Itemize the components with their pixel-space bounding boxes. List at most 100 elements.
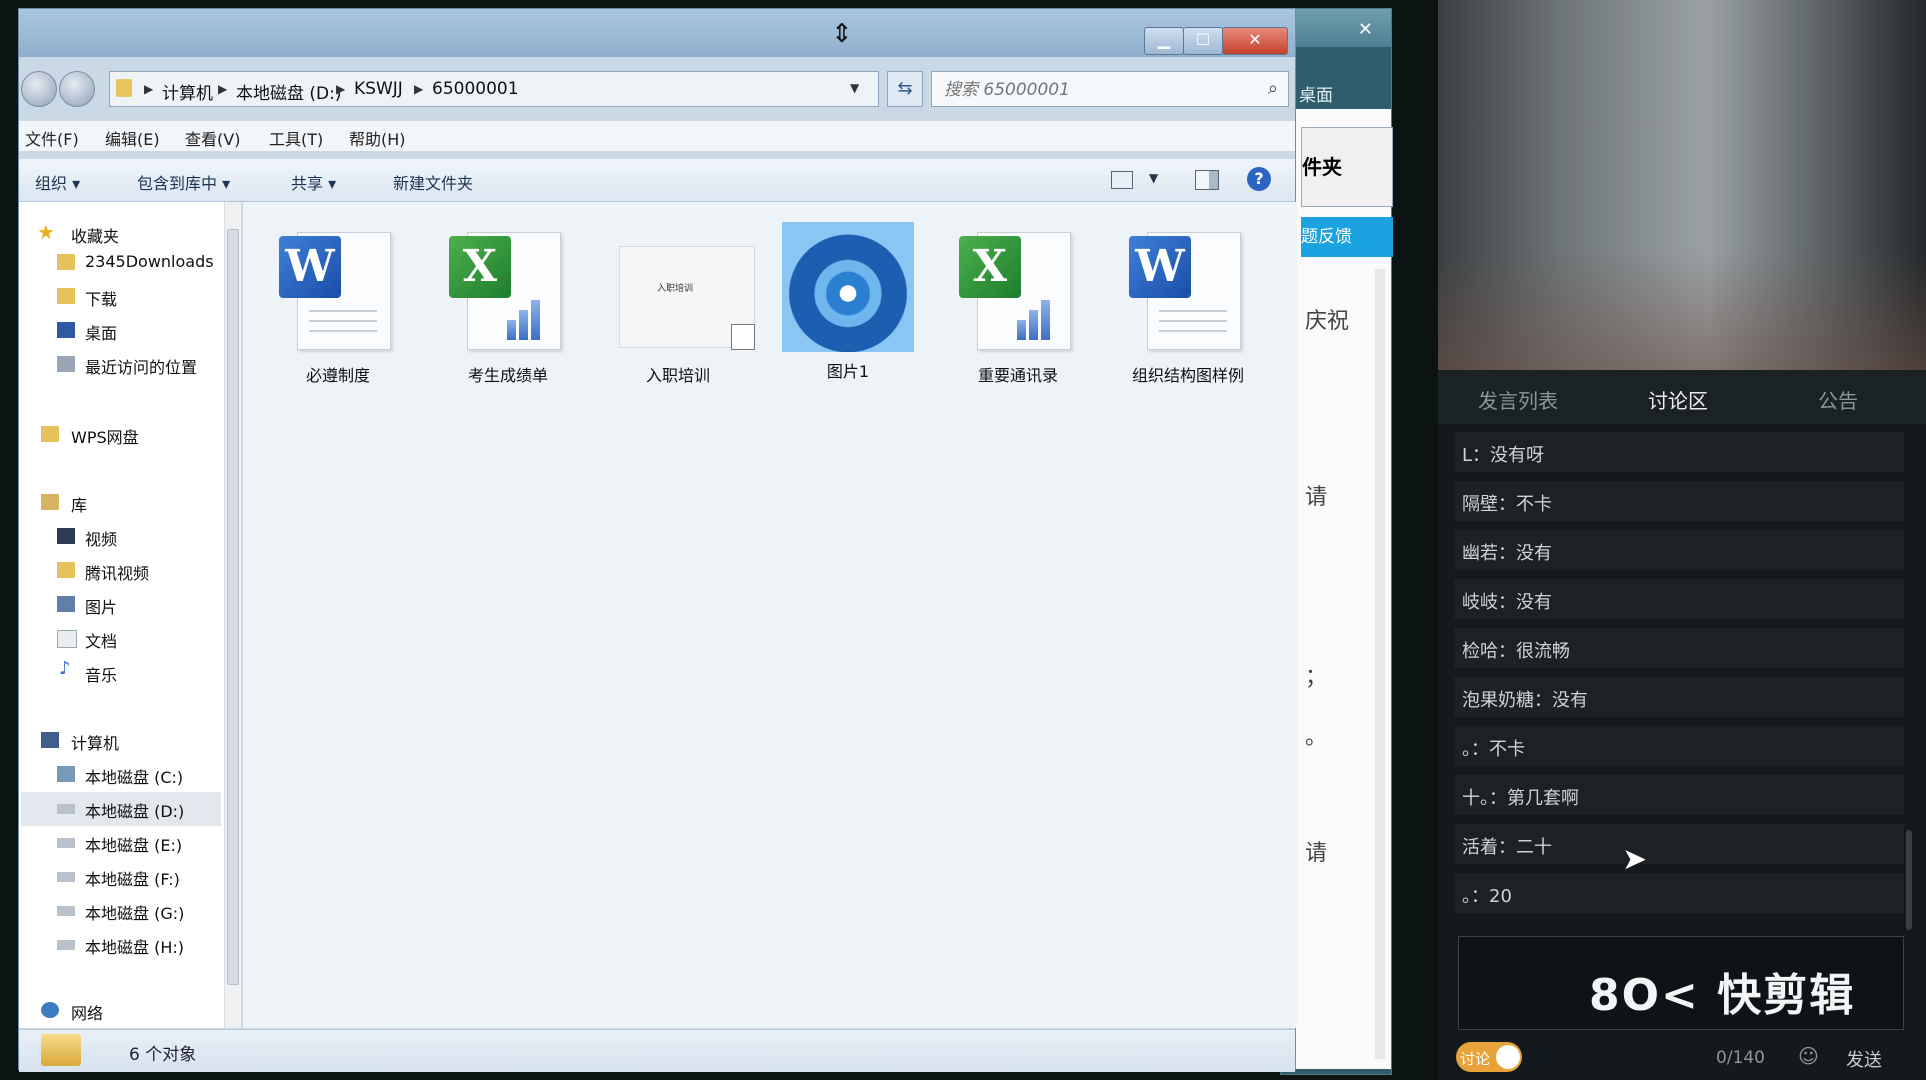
background-text-4: 。 (1305, 725, 1328, 750)
item-count: 6 个对象 (129, 1045, 197, 1065)
chat-message-text: L：没有呀 (1462, 445, 1545, 466)
chat-tabs: 发言列表 讨论区 公告 (1438, 370, 1926, 424)
slide-thumb-title: 入职培训 (657, 284, 694, 294)
background-window-close-icon[interactable]: ✕ (1358, 19, 1373, 40)
tab-discussion[interactable]: 讨论区 (1598, 385, 1758, 414)
breadcrumb-arrow-icon[interactable]: ▶ (414, 82, 423, 96)
preview-pane-icon[interactable] (1195, 170, 1219, 190)
word-file-icon: W (1129, 226, 1247, 352)
drive-icon (57, 804, 75, 814)
menu-help[interactable]: 帮助(H) (349, 126, 406, 150)
breadcrumb-computer[interactable]: 计算机 (162, 79, 213, 104)
nav-network[interactable]: 网络 (71, 1000, 103, 1024)
file-item[interactable]: W 必遵制度 (263, 226, 413, 386)
breadcrumb-current-folder[interactable]: 65000001 (432, 79, 519, 99)
background-text-2: 请 (1305, 485, 1328, 510)
mouse-pointer-icon: ➤ (1622, 842, 1648, 877)
view-dropdown-icon[interactable]: ▼ (1149, 171, 1158, 185)
breadcrumb-kswjj[interactable]: KSWJJ (354, 79, 403, 99)
tab-announcement[interactable]: 公告 (1758, 385, 1918, 414)
nav-scrollbar-thumb[interactable] (227, 229, 239, 985)
tab-speaker-list[interactable]: 发言列表 (1438, 385, 1598, 414)
navigation-pane: ★ 收藏夹 2345Downloads 下载 桌面 最近访问的位置 WPS网盘 … (19, 202, 241, 1028)
video-feed-blur (1438, 0, 1926, 370)
file-item[interactable]: W 组织结构图样例 (1113, 226, 1263, 386)
minimize-button[interactable]: ▁ (1144, 27, 1184, 55)
library-icon (41, 494, 59, 510)
emoji-icon[interactable]: ☺ (1798, 1044, 1819, 1068)
close-button[interactable]: ✕ (1222, 27, 1288, 55)
discussion-toggle[interactable]: 讨论 (1456, 1042, 1522, 1072)
pictures-icon (57, 596, 75, 612)
feedback-button[interactable]: 题反馈 (1301, 217, 1393, 257)
include-in-library-button[interactable]: 包含到库中 ▾ (137, 170, 230, 194)
system-drive-icon (57, 766, 75, 782)
maximize-button[interactable]: ☐ (1183, 27, 1223, 55)
help-icon[interactable]: ? (1247, 167, 1271, 191)
nav-drive-h[interactable]: 本地磁盘 (H:) (85, 934, 184, 958)
chat-scrollbar[interactable] (1906, 830, 1912, 930)
nav-library[interactable]: 库 (71, 492, 87, 516)
nav-lib-documents[interactable]: 文档 (85, 628, 117, 652)
nav-wps[interactable]: WPS网盘 (71, 424, 139, 448)
chat-input[interactable]: 8O< 快剪辑 (1458, 936, 1904, 1030)
search-box[interactable]: ⌕ (931, 71, 1289, 107)
refresh-icon[interactable]: ⇆ (887, 71, 923, 107)
file-item[interactable]: X 考生成绩单 (433, 226, 583, 386)
menu-bar: 文件(F) 编辑(E) 查看(V) 工具(T) 帮助(H) (19, 121, 1295, 151)
nav-lib-tencent-video[interactable]: 腾讯视频 (85, 560, 149, 584)
background-window-scrollbar[interactable] (1375, 269, 1385, 1059)
nav-fav-downloads[interactable]: 下载 (85, 286, 117, 310)
address-row: ▶ 计算机 ▶ 本地磁盘 (D:) ▶ KSWJJ ▶ 65000001 ▼ ⇆… (19, 71, 1295, 111)
presentation-file-icon: 入职培训 (619, 226, 755, 352)
organize-button[interactable]: 组织 ▾ (35, 170, 80, 194)
file-item[interactable]: 图片1 (773, 222, 923, 382)
menu-tools[interactable]: 工具(T) (269, 126, 323, 150)
menu-view[interactable]: 查看(V) (185, 126, 240, 150)
file-item[interactable]: 入职培训 入职培训 (603, 226, 755, 386)
status-bar: 6 个对象 (19, 1029, 1295, 1072)
background-text-3: ； (1305, 665, 1328, 690)
search-input[interactable] (942, 77, 1246, 103)
nav-drive-c[interactable]: 本地磁盘 (C:) (85, 764, 183, 788)
new-folder-button[interactable]: 新建文件夹 (393, 170, 473, 194)
nav-drive-e[interactable]: 本地磁盘 (E:) (85, 832, 182, 856)
nav-fav-desktop[interactable]: 桌面 (85, 320, 117, 344)
back-button[interactable] (21, 71, 57, 107)
titlebar[interactable] (19, 9, 1295, 57)
share-button[interactable]: 共享 ▾ (291, 170, 336, 194)
breadcrumb-arrow-icon[interactable]: ▶ (144, 82, 153, 96)
folder-icon (57, 562, 75, 578)
nav-favorites[interactable]: 收藏夹 (71, 223, 119, 247)
menu-file[interactable]: 文件(F) (25, 126, 79, 150)
breadcrumb-arrow-icon[interactable]: ▶ (336, 82, 345, 96)
nav-lib-pictures[interactable]: 图片 (85, 594, 117, 618)
address-bar[interactable]: ▶ 计算机 ▶ 本地磁盘 (D:) ▶ KSWJJ ▶ 65000001 ▼ (109, 71, 879, 107)
address-dropdown-icon[interactable]: ▼ (850, 81, 859, 95)
breadcrumb-arrow-icon[interactable]: ▶ (218, 82, 227, 96)
nav-computer[interactable]: 计算机 (71, 730, 119, 754)
search-icon[interactable]: ⌕ (1268, 78, 1278, 99)
nav-lib-video[interactable]: 视频 (85, 526, 117, 550)
nav-fav-downloads2345[interactable]: 2345Downloads (85, 252, 214, 271)
folder-icon (116, 79, 132, 97)
menu-edit[interactable]: 编辑(E) (105, 126, 160, 150)
nav-lib-music[interactable]: 音乐 (85, 662, 117, 686)
nav-drive-f[interactable]: 本地磁盘 (F:) (85, 866, 180, 890)
chat-message-text: 。：不卡 (1462, 739, 1525, 760)
chat-message: L：没有呀 (1454, 432, 1904, 472)
toggle-knob (1496, 1045, 1520, 1069)
forward-button[interactable] (59, 71, 95, 107)
nav-fav-recent[interactable]: 最近访问的位置 (85, 354, 197, 378)
file-name: 图片1 (826, 362, 870, 381)
explorer-window: ⇕ ▁ ☐ ✕ ▶ 计算机 ▶ 本地磁盘 (D:) ▶ KSWJJ ▶ 6500… (18, 8, 1297, 1072)
background-window-button[interactable]: 件夹 (1301, 127, 1393, 207)
nav-drive-d[interactable]: 本地磁盘 (D:) (85, 798, 184, 822)
file-item[interactable]: X 重要通讯录 (943, 226, 1093, 386)
send-button[interactable]: 发送 (1846, 1046, 1882, 1072)
network-icon (41, 1002, 59, 1018)
drive-icon (57, 872, 75, 882)
nav-drive-g[interactable]: 本地磁盘 (G:) (85, 900, 184, 924)
breadcrumb-drive-d[interactable]: 本地磁盘 (D:) (236, 79, 342, 104)
view-options-icon[interactable] (1111, 171, 1133, 189)
